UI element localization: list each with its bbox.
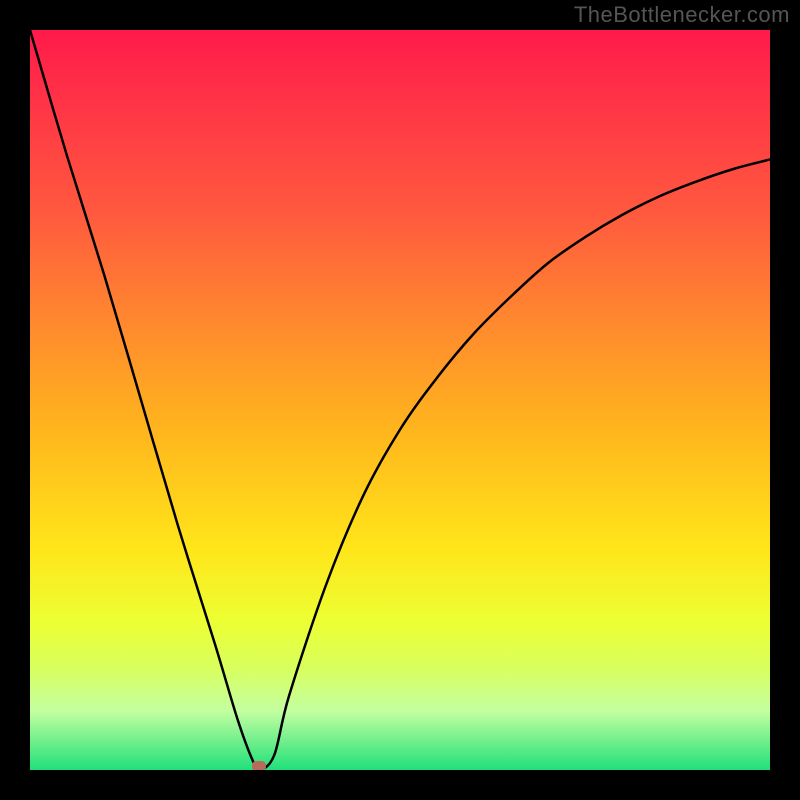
- optimal-point-marker: [252, 761, 266, 770]
- watermark-text: TheBottlenecker.com: [574, 2, 790, 28]
- plot-frame: [30, 30, 770, 770]
- figure-root: TheBottlenecker.com: [0, 0, 800, 800]
- curve-path: [30, 30, 770, 770]
- bottleneck-curve: [30, 30, 770, 770]
